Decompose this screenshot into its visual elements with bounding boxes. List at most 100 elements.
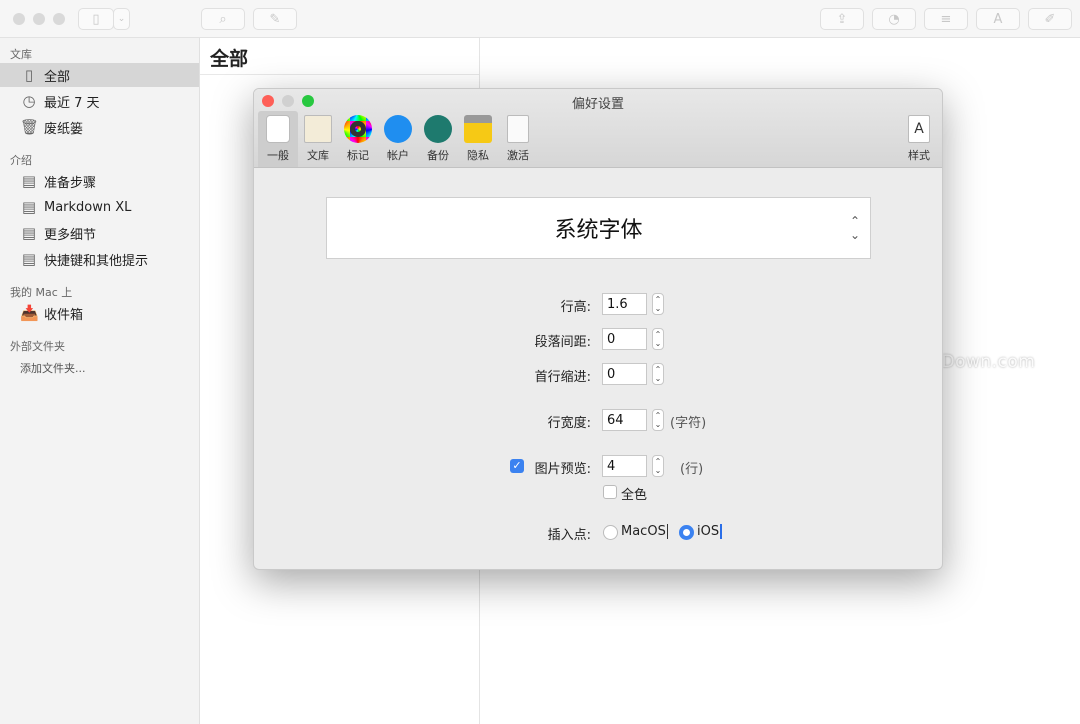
paragraph-spacing-input[interactable]: 0 xyxy=(602,328,647,350)
sidebar-item-doc[interactable]: ▤ 快捷键和其他提示 xyxy=(0,247,199,271)
sidebar-toggle-button[interactable]: ▯ xyxy=(78,8,114,30)
line-width-unit: (字符) xyxy=(670,416,707,431)
sidebar-item-label: 最近 7 天 xyxy=(44,95,100,111)
section-title: 文库 xyxy=(10,48,32,61)
tab-privacy[interactable]: 隐私 xyxy=(458,111,498,167)
first-indent-label: 首行缩进: xyxy=(534,370,591,385)
window-toolbar: ▯ ⌄ ⌕ ✎ ⇪ ◔ ≡ A ✐ xyxy=(0,0,1080,38)
radio-macos[interactable] xyxy=(603,525,618,540)
certificate-icon xyxy=(507,115,529,143)
line-width-stepper[interactable]: ⌃ ⌄ xyxy=(652,409,664,431)
tab-account[interactable]: 帐户 xyxy=(378,111,418,167)
image-preview-unit: (行) xyxy=(680,462,704,477)
backup-clock-icon xyxy=(424,115,452,143)
sidebar-item-label: 收件箱 xyxy=(44,307,84,323)
sidebar-item-doc[interactable]: ▤ 准备步骤 xyxy=(0,169,199,193)
sidebar-item-label: 废纸篓 xyxy=(44,121,84,137)
font-style-button[interactable]: A xyxy=(976,8,1020,30)
zoom-button[interactable] xyxy=(53,13,65,25)
line-height-label: 行高: xyxy=(560,300,591,315)
section-title: 介绍 xyxy=(10,154,32,167)
compose-icon: ✎ xyxy=(269,11,281,27)
tab-backup[interactable]: 备份 xyxy=(418,111,458,167)
document-icon: ▤ xyxy=(21,172,37,190)
document-icon: ▤ xyxy=(21,198,37,216)
line-height-stepper[interactable]: ⌃ ⌄ xyxy=(652,293,664,315)
share-button[interactable]: ⇪ xyxy=(820,8,864,30)
tab-activate[interactable]: 激活 xyxy=(498,111,538,167)
tab-label: 一般 xyxy=(267,149,289,162)
compose-button[interactable]: ✎ xyxy=(253,8,297,30)
dialog-title: 偏好设置 xyxy=(571,97,624,112)
preferences-toolbar: 偏好设置 一般 文库 标记 帐户 备份 隐私 激活 A 样式 xyxy=(254,89,942,168)
tab-style[interactable]: A 样式 xyxy=(899,111,939,167)
section-title: 我的 Mac 上 xyxy=(10,286,73,299)
style-icon: A xyxy=(908,115,930,143)
share-icon: ⇪ xyxy=(836,11,848,27)
paragraph-spacing-stepper[interactable]: ⌃ ⌄ xyxy=(652,328,664,350)
paragraph-spacing-label: 段落间距: xyxy=(534,335,591,350)
list-title: 全部 xyxy=(210,48,249,70)
close-button[interactable] xyxy=(13,13,25,25)
sidebar-item-inbox[interactable]: 📥 收件箱 xyxy=(0,301,199,325)
line-height-input[interactable]: 1.6 xyxy=(602,293,647,315)
tab-label: 文库 xyxy=(307,149,329,162)
sidebar-item-label: Markdown XL xyxy=(44,199,132,215)
sidebar-item-label: 全部 xyxy=(44,69,71,85)
sidebar-item-doc[interactable]: ▤ 更多细节 xyxy=(0,221,199,245)
lock-icon xyxy=(464,115,492,143)
sidebar-item-label: 更多细节 xyxy=(44,227,97,243)
document-icon: ▤ xyxy=(21,250,37,268)
sidebar-item-all[interactable]: ▯ 全部 xyxy=(0,63,199,87)
tab-general[interactable]: 一般 xyxy=(258,111,298,167)
search-button[interactable]: ⌕ xyxy=(201,8,245,30)
section-title: 外部文件夹 xyxy=(10,340,65,353)
tab-label: 激活 xyxy=(507,149,529,162)
insertion-point-label: 插入点: xyxy=(547,528,591,543)
first-indent-input[interactable]: 0 xyxy=(602,363,647,385)
radio-ios-label: iOS xyxy=(697,524,723,539)
tab-label: 样式 xyxy=(908,149,930,162)
tab-library[interactable]: 文库 xyxy=(298,111,338,167)
minimize-button[interactable] xyxy=(33,13,45,25)
view-menu-button[interactable]: ⌄ xyxy=(113,8,130,30)
line-width-input[interactable]: 64 xyxy=(602,409,647,431)
chevron-down-icon: ⌄ xyxy=(117,14,126,24)
clock-icon: ◷ xyxy=(22,92,36,110)
sidebar-item-doc[interactable]: ▤ Markdown XL xyxy=(0,195,199,219)
list-button[interactable]: ≡ xyxy=(924,8,968,30)
paperclip-icon: ✐ xyxy=(1044,11,1056,27)
radio-ios[interactable] xyxy=(679,525,694,540)
document-icon: ▤ xyxy=(21,224,37,242)
first-indent-stepper[interactable]: ⌃ ⌄ xyxy=(652,363,664,385)
color-wheel-icon xyxy=(344,115,372,143)
tab-label: 隐私 xyxy=(467,149,489,162)
attachment-button[interactable]: ✐ xyxy=(1028,8,1072,30)
tab-label: 备份 xyxy=(427,149,449,162)
sidebar-item-recent[interactable]: ◷ 最近 7 天 xyxy=(0,89,199,113)
full-color-checkbox[interactable] xyxy=(603,485,617,499)
font-value: 系统字体 xyxy=(554,218,643,243)
gauge-button[interactable]: ◔ xyxy=(872,8,916,30)
gauge-icon: ◔ xyxy=(888,11,900,27)
tab-label: 帐户 xyxy=(387,149,409,162)
trash-icon: 🗑 xyxy=(20,118,40,136)
font-icon: A xyxy=(993,11,1003,27)
full-color-label: 全色 xyxy=(621,488,648,503)
line-width-label: 行宽度: xyxy=(547,416,591,431)
radio-macos-label: MacOS xyxy=(621,524,668,539)
preferences-dialog: 偏好设置 一般 文库 标记 帐户 备份 隐私 激活 A 样式 系统字体 ⌃ ⌄ 行高:… xyxy=(253,88,943,570)
sidebar-item-label: 准备步骤 xyxy=(44,175,97,191)
library-icon xyxy=(304,115,332,143)
image-preview-input[interactable]: 4 xyxy=(602,455,647,477)
list-icon: ≡ xyxy=(940,11,952,27)
account-icon xyxy=(384,115,412,143)
image-preview-label: 图片预览: xyxy=(534,462,591,477)
tab-markup[interactable]: 标记 xyxy=(338,111,378,167)
sidebar: 文库 ▯ 全部 ◷ 最近 7 天 🗑 废纸篓 介绍 ▤ 准备步骤 ▤ Markdown X… xyxy=(0,38,200,724)
sidebar-item-trash[interactable]: 🗑 废纸篓 xyxy=(0,115,199,139)
divider xyxy=(200,74,479,75)
add-folder-link[interactable]: 添加文件夹... xyxy=(20,360,86,376)
image-preview-stepper[interactable]: ⌃ ⌄ xyxy=(652,455,664,477)
font-select[interactable]: 系统字体 ⌃ ⌄ xyxy=(326,197,871,259)
